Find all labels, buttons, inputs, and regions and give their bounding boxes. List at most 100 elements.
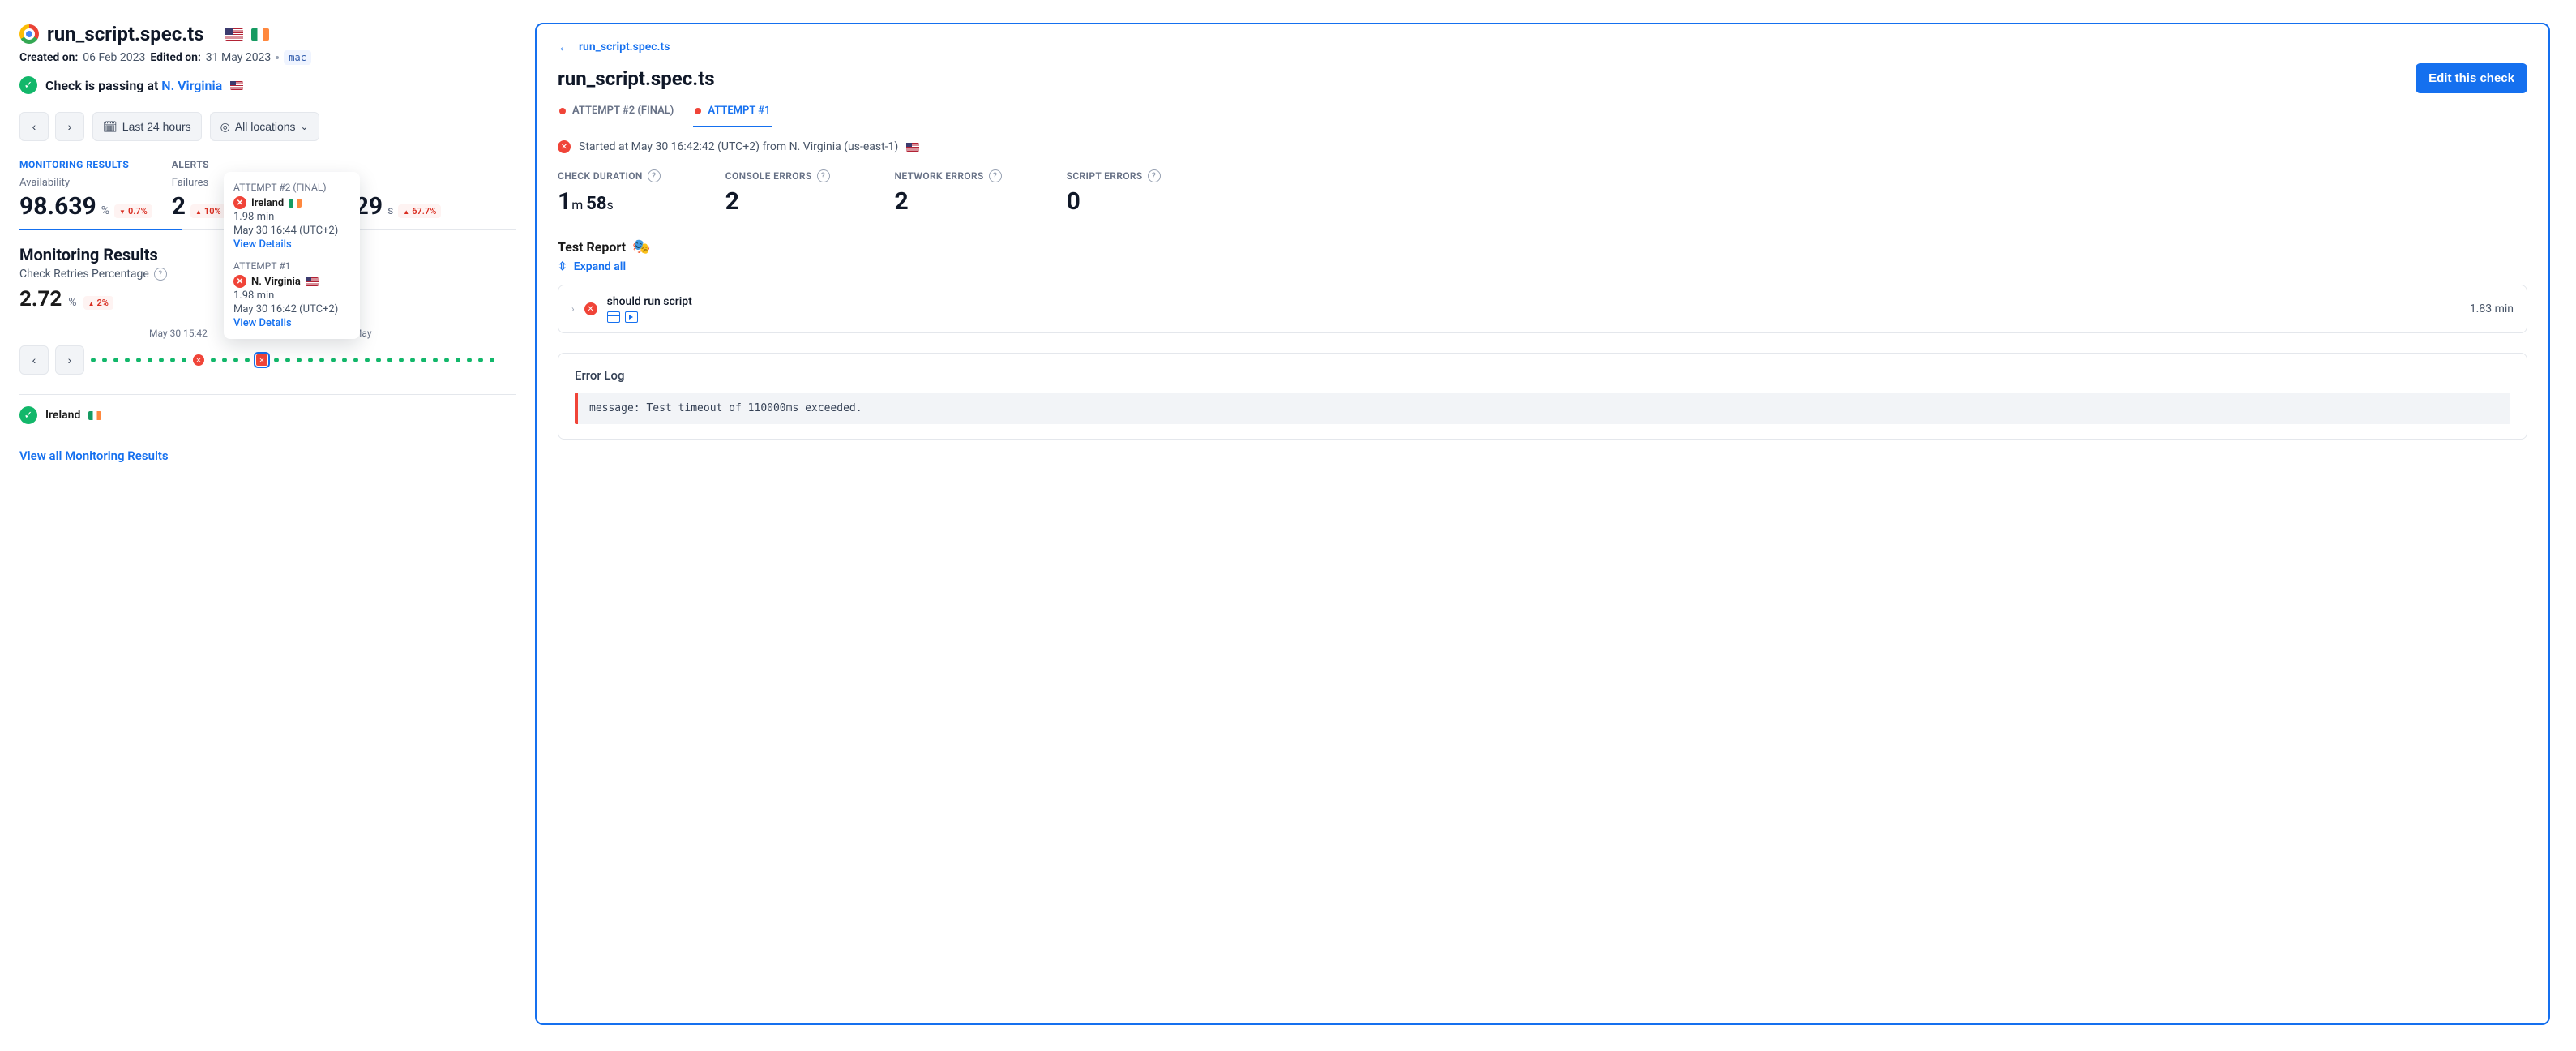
retries-label: Check Retries Percentage: [19, 268, 149, 281]
timeline-label-1: May 30 15:42: [149, 328, 208, 339]
test-report-head: Test Report 🎭: [558, 238, 2527, 255]
fail-icon: ✕: [233, 196, 246, 209]
timeline-fail-dot-selected[interactable]: [256, 354, 267, 366]
check-pass-icon: ✓: [19, 76, 37, 94]
availability-delta: 0.7%: [114, 204, 152, 218]
tooltip-attempt2-label: ATTEMPT #2 (FINAL): [233, 182, 350, 193]
alerts-head: ALERTS: [172, 159, 269, 170]
panel-title: run_script.spec.ts: [558, 67, 715, 90]
tooltip-attempt2-details-link[interactable]: View Details: [233, 238, 350, 251]
retries-unit: %: [68, 296, 76, 309]
tooltip-attempt2-time: May 30 16:44 (UTC+2): [233, 225, 350, 237]
expand-icon: ⇳: [558, 260, 567, 273]
tooltip-attempt2-location: Ireland: [251, 197, 284, 209]
script-errors-label: SCRIPT ERRORS: [1067, 170, 1143, 182]
status-dot-icon: [559, 108, 566, 114]
timeline-prev-button[interactable]: ‹: [19, 345, 49, 375]
dot-separator: [276, 56, 279, 59]
tab-attempt-2-label: ATTEMPT #2 (FINAL): [572, 105, 674, 117]
duration-label: CHECK DURATION: [558, 170, 643, 182]
error-log-title: Error Log: [575, 368, 2510, 383]
duration-sec: 58: [586, 194, 606, 214]
error-icon: ✕: [584, 302, 597, 315]
chevron-right-icon: ›: [68, 120, 72, 133]
help-icon[interactable]: ?: [817, 169, 830, 182]
location-name: Ireland: [45, 409, 80, 422]
edit-check-button[interactable]: Edit this check: [2416, 63, 2527, 93]
error-icon: ✕: [558, 140, 571, 153]
prev-range-button[interactable]: ‹: [19, 112, 49, 141]
video-icon[interactable]: [625, 311, 638, 323]
error-log-message: message: Test timeout of 110000ms exceed…: [575, 393, 2510, 424]
time-range-select[interactable]: 🗓 Last 24 hours: [92, 112, 202, 141]
failures-value: 2: [172, 192, 186, 221]
test-item[interactable]: › ✕ should run script 1.83 min: [558, 285, 2527, 333]
help-icon[interactable]: ?: [648, 169, 661, 182]
chrome-icon: [19, 24, 39, 44]
retries-delta: 2%: [83, 296, 113, 310]
edited-on-value: 31 May 2023: [206, 51, 272, 64]
test-name: should run script: [607, 295, 692, 308]
tooltip-attempt2-duration: 1.98 min: [233, 211, 350, 223]
script-errors-value: 0: [1067, 187, 1161, 216]
availability-label: Availability: [19, 177, 152, 189]
flag-us-icon: [230, 81, 243, 90]
check-status-text: Check is passing at N. Virginia: [45, 78, 222, 93]
check-title: run_script.spec.ts: [47, 23, 204, 45]
status-location-link[interactable]: N. Virginia: [161, 78, 222, 93]
pager: ‹ ›: [19, 112, 84, 141]
target-icon: ◎: [220, 120, 230, 134]
help-icon[interactable]: ?: [1148, 169, 1161, 182]
retries-value: 2.72: [19, 287, 62, 311]
created-on-value: 06 Feb 2023: [83, 51, 145, 64]
status-dot-icon: [695, 108, 701, 114]
test-report-title: Test Report: [558, 239, 626, 255]
console-errors-label: CONSOLE ERRORS: [725, 170, 812, 182]
edited-on-label: Edited on:: [150, 51, 200, 64]
attempt-tabs: ATTEMPT #2 (FINAL) ATTEMPT #1: [558, 105, 2527, 127]
tab-attempt-2[interactable]: ATTEMPT #2 (FINAL): [558, 105, 675, 127]
network-errors-value: 2: [895, 187, 1002, 216]
metrics-row: CHECK DURATION? 1m 58s CONSOLE ERRORS? 2…: [558, 169, 2527, 216]
metric-console-errors: CONSOLE ERRORS? 2: [725, 169, 830, 216]
flag-ie-icon: [251, 28, 269, 41]
error-log-card: Error Log message: Test timeout of 11000…: [558, 353, 2527, 440]
tooltip-attempt1-label: ATTEMPT #1: [233, 260, 350, 272]
flag-ie-icon: [289, 199, 302, 208]
started-text: Started at May 30 16:42:42 (UTC+2) from …: [579, 140, 898, 153]
breadcrumb-title[interactable]: run_script.spec.ts: [579, 41, 670, 54]
view-all-link[interactable]: View all Monitoring Results: [19, 448, 516, 463]
location-filter-label: All locations: [235, 120, 296, 133]
chevron-right-icon: ›: [571, 303, 575, 315]
availability-unit: %: [101, 204, 109, 217]
help-icon[interactable]: ?: [989, 169, 1002, 182]
screenshot-icon[interactable]: [607, 311, 620, 323]
next-range-button[interactable]: ›: [55, 112, 84, 141]
flag-us-icon: [225, 28, 243, 41]
tab-attempt-1-label: ATTEMPT #1: [708, 105, 770, 117]
location-filter-select[interactable]: ◎ All locations ⌄: [210, 112, 319, 141]
test-duration: 1.83 min: [2470, 302, 2514, 315]
expand-all-button[interactable]: ⇳ Expand all: [558, 260, 2527, 273]
flag-us-icon: [906, 143, 919, 152]
chevron-left-icon: ‹: [32, 120, 36, 133]
help-icon[interactable]: ?: [154, 268, 167, 281]
tooltip-attempt1-details-link[interactable]: View Details: [233, 317, 350, 329]
timeline-dots[interactable]: [91, 354, 494, 366]
tab-attempt-1[interactable]: ATTEMPT #1: [693, 105, 772, 127]
back-arrow-icon[interactable]: ←: [558, 39, 571, 55]
check-title-row: run_script.spec.ts: [19, 23, 516, 45]
platform-tag: mac: [284, 50, 311, 65]
timeline-next-button[interactable]: ›: [55, 345, 84, 375]
p95-delta: 67.7%: [398, 204, 441, 218]
timeline-fail-dot[interactable]: [193, 354, 204, 366]
location-row-ireland[interactable]: ✓ Ireland: [19, 394, 516, 435]
failures-delta: 10%: [190, 204, 226, 218]
console-errors-value: 2: [725, 187, 830, 216]
expand-all-label: Expand all: [574, 260, 626, 273]
meta-row: Created on: 06 Feb 2023 Edited on: 31 Ma…: [19, 50, 516, 65]
flag-ie-icon: [88, 411, 101, 420]
timeline-pager: ‹ ›: [19, 345, 84, 375]
chevron-down-icon: ⌄: [301, 121, 309, 132]
availability-value: 98.639: [19, 192, 96, 221]
